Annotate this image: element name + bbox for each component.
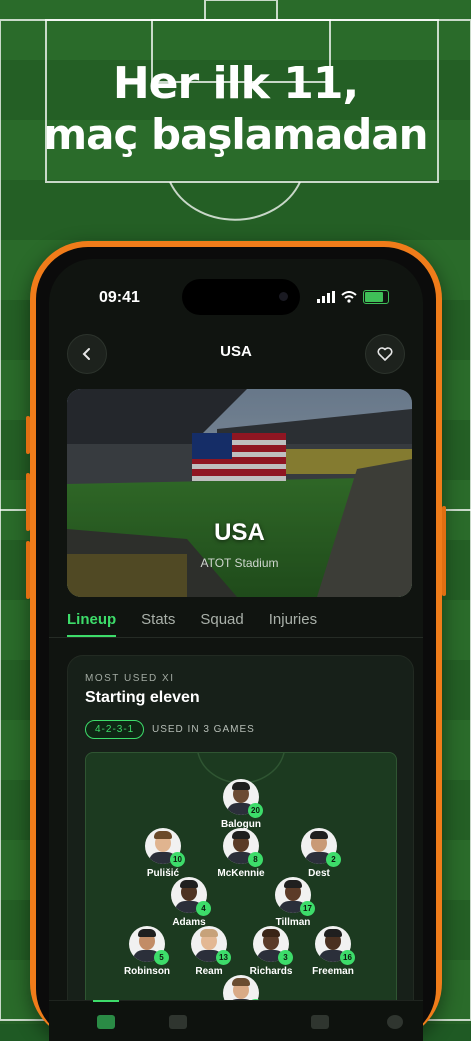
tab-stats[interactable]: Stats: [141, 611, 175, 628]
player-balogun[interactable]: 20 Balogun: [206, 779, 276, 830]
tab-squad[interactable]: Squad: [200, 611, 243, 628]
tab-injuries[interactable]: Injuries: [269, 611, 317, 628]
shirt-number: 4: [196, 901, 211, 916]
shirt-number: 16: [340, 950, 355, 965]
tab-lineup[interactable]: Lineup: [67, 611, 116, 628]
phone-frame: 09:41 USA USA ATOT Stadium Lineup Stats …: [26, 241, 446, 1041]
shirt-number: 2: [326, 852, 341, 867]
heart-icon: [377, 347, 393, 361]
lineup-card: MOST USED XI Starting eleven 4-2-3-1 USE…: [67, 655, 414, 1041]
home-icon[interactable]: [97, 1015, 115, 1029]
player-richards[interactable]: 3 Richards: [236, 926, 306, 977]
player-dest[interactable]: 2 Dest: [284, 828, 354, 879]
battery-icon: [363, 290, 389, 304]
player-name: Robinson: [123, 966, 171, 977]
camera-dot: [279, 292, 288, 301]
player-adams[interactable]: 4 Adams: [154, 877, 224, 928]
player-freeman[interactable]: 16 Freeman: [298, 926, 368, 977]
phone-bezel: 09:41 USA USA ATOT Stadium Lineup Stats …: [36, 247, 436, 1041]
player-robinson[interactable]: 5 Robinson: [112, 926, 182, 977]
shirt-number: 5: [154, 950, 169, 965]
shirt-number: 3: [278, 950, 293, 965]
app-screen: 09:41 USA USA ATOT Stadium Lineup Stats …: [49, 259, 423, 1041]
favorite-button[interactable]: [365, 334, 405, 374]
trophy-icon[interactable]: [244, 1015, 262, 1029]
phone-side-button: [26, 541, 30, 599]
lineup-pitch: 20 Balogun 10 Pulišić 8 McKennie 2 Dest …: [85, 752, 397, 1041]
wifi-icon: [341, 291, 357, 303]
bottom-tab-bar: [49, 1000, 423, 1041]
hero-team-name: USA: [214, 519, 265, 546]
phone-side-button: [26, 416, 30, 454]
calendar-icon[interactable]: [169, 1015, 187, 1029]
stadium-hero: USA ATOT Stadium: [67, 389, 412, 597]
tab-divider: [49, 637, 423, 638]
shirt-number: 8: [248, 852, 263, 867]
headline-line-1: Her ilk 11,: [112, 58, 359, 109]
signal-icon: [317, 291, 335, 303]
shirt-number: 20: [248, 803, 263, 818]
player-pulisic[interactable]: 10 Pulišić: [128, 828, 198, 879]
card-eyebrow: MOST USED XI: [85, 673, 175, 684]
shirt-number: 13: [216, 950, 231, 965]
player-ream[interactable]: 13 Ream: [174, 926, 244, 977]
cup-icon[interactable]: [311, 1015, 329, 1029]
shirt-number: 10: [170, 852, 185, 867]
phone-side-button: [442, 506, 446, 596]
status-icons: [317, 290, 389, 304]
hero-stadium-name: ATOT Stadium: [200, 556, 279, 570]
ball-icon[interactable]: [387, 1015, 403, 1029]
phone-side-button: [26, 473, 30, 531]
bottom-tab-indicator: [93, 1000, 119, 1002]
dynamic-island: [182, 279, 300, 315]
player-tillman[interactable]: 17 Tillman: [258, 877, 328, 928]
status-time: 09:41: [99, 289, 140, 306]
headline-line-2: maç başlamadan: [43, 110, 428, 159]
card-title: Starting eleven: [85, 689, 200, 706]
player-mckennie[interactable]: 8 McKennie: [206, 828, 276, 879]
formation-chip[interactable]: 4-2-3-1: [85, 720, 145, 739]
tab-bar: Lineup Stats Squad Injuries: [67, 611, 317, 628]
usage-text: USED IN 3 GAMES: [152, 724, 255, 735]
shirt-number: 17: [300, 901, 315, 916]
player-name: Freeman: [312, 966, 354, 977]
